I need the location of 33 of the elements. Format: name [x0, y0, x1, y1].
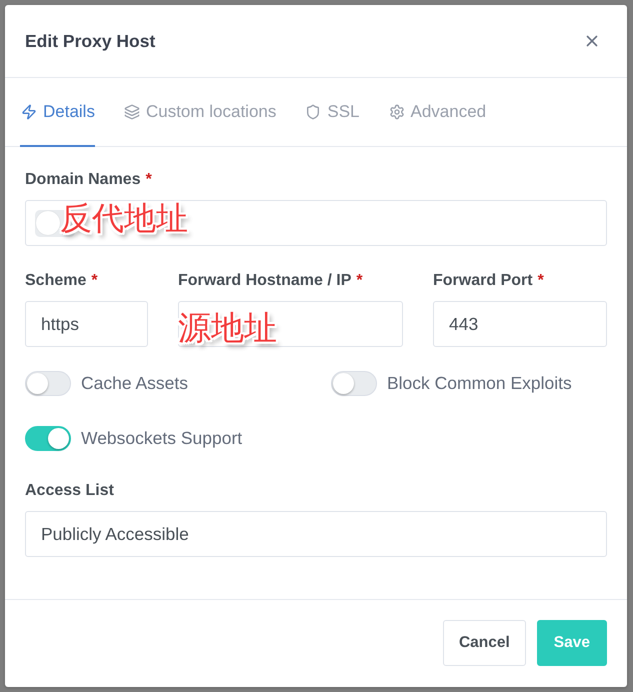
dialog-title: Edit Proxy Host	[25, 30, 156, 52]
gear-icon	[388, 104, 404, 120]
layers-icon	[124, 104, 140, 120]
tab[interactable]: SSL	[304, 78, 360, 147]
tab[interactable]: Advanced	[388, 78, 486, 147]
text-input[interactable]: https	[25, 301, 148, 347]
required-asterisk: *	[91, 272, 98, 290]
text-input[interactable]: 443	[433, 301, 607, 347]
field-label: Domain Names	[25, 171, 141, 189]
toggle-switch[interactable]	[25, 370, 71, 396]
field-label: Scheme	[25, 272, 86, 290]
field-label: Access List	[25, 482, 114, 500]
tab[interactable]: Details	[20, 78, 95, 147]
shield-icon	[305, 104, 322, 120]
annotation-text: 反代地址	[60, 202, 188, 234]
field-label: Forward Port	[433, 272, 533, 290]
required-asterisk: *	[538, 272, 544, 290]
text-input[interactable]	[178, 301, 403, 347]
toggle-label: Block Common Exploits	[387, 372, 572, 394]
toggle-label: Cache Assets	[81, 372, 188, 394]
toggle-switch[interactable]	[25, 426, 71, 450]
domain-names-input[interactable]	[25, 200, 607, 246]
access-list-input[interactable]: Publicly Accessible	[25, 511, 607, 557]
save-button[interactable]: Save	[536, 620, 607, 666]
annotation-text: 源地址	[178, 311, 277, 344]
toggle-label: Websockets Support	[81, 428, 242, 448]
required-asterisk: *	[146, 171, 152, 189]
tab[interactable]: Custom locations	[122, 78, 276, 147]
field-label: Forward Hostname / IP	[178, 272, 352, 290]
toggle-switch[interactable]	[331, 370, 377, 396]
cancel-button[interactable]: Cancel	[442, 620, 526, 666]
required-asterisk: *	[356, 272, 363, 290]
lightning-icon	[21, 104, 37, 120]
